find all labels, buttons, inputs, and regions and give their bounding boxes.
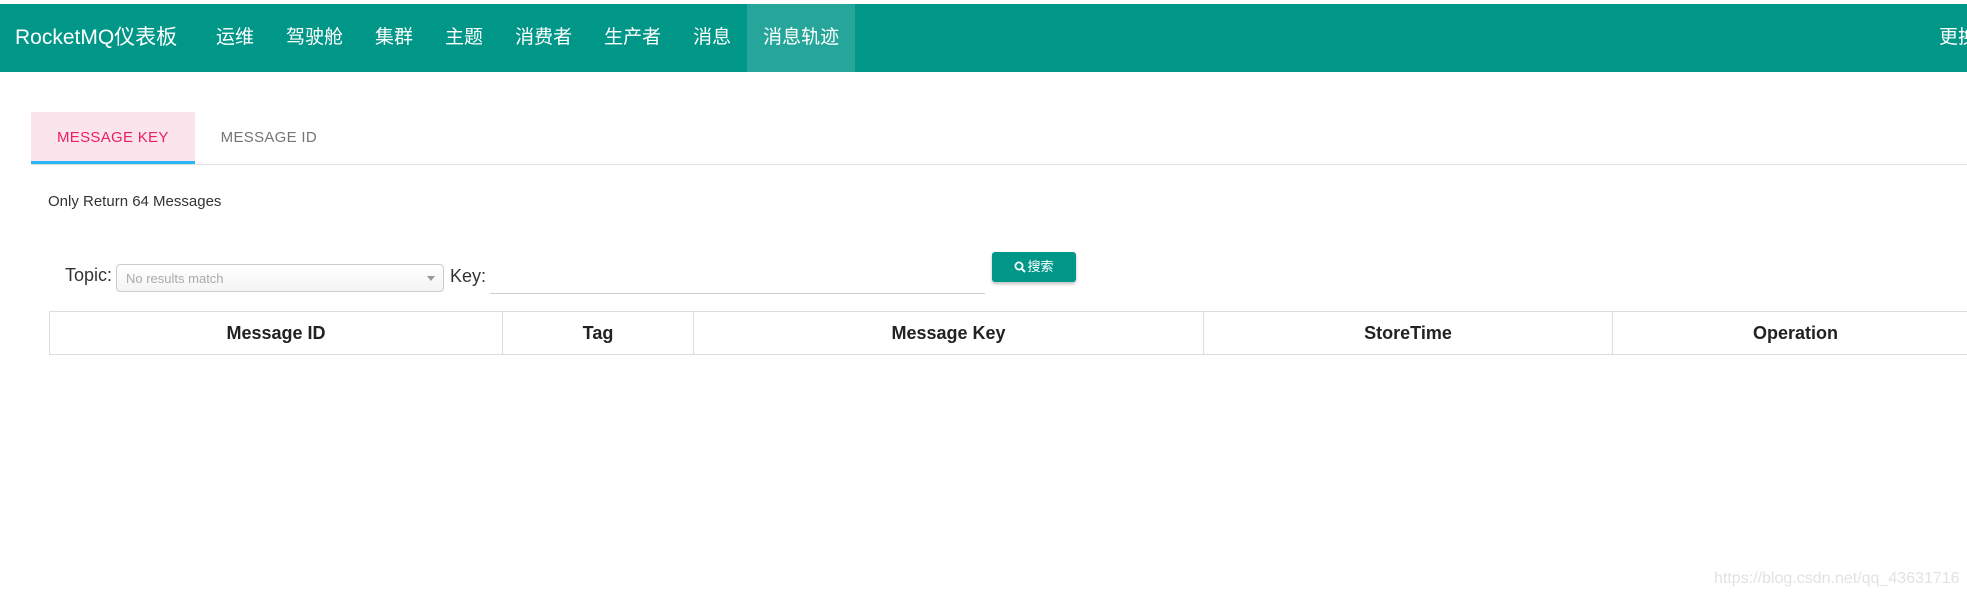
nav-item-message[interactable]: 消息 [677,4,747,72]
nav-menu: 运维 驾驶舱 集群 主题 消费者 生产者 消息 消息轨迹 [200,4,856,72]
topic-select-placeholder: No results match [126,271,224,286]
nav-item-producer[interactable]: 生产者 [588,4,677,72]
key-label: Key: [450,266,487,286]
column-header-message-id: Message ID [49,311,503,355]
nav-item-consumer[interactable]: 消费者 [499,4,588,72]
search-button-label: 搜索 [1027,259,1054,274]
tab-message-key[interactable]: MESSAGE KEY [31,112,195,164]
tab-divider [31,164,1967,165]
topic-label: Topic: [65,265,113,285]
topic-select[interactable]: No results match [116,264,444,292]
nav-item-message-trace[interactable]: 消息轨迹 [747,4,856,72]
result-limit-note: Only Return 64 Messages [48,193,222,210]
column-header-tag: Tag [502,311,694,355]
column-header-store-time: StoreTime [1203,311,1613,355]
nav-item-topic[interactable]: 主题 [429,4,499,72]
tab-message-id[interactable]: MESSAGE ID [195,112,343,164]
chevron-down-icon [427,276,435,281]
column-header-operation: Operation [1612,311,1967,355]
column-header-message-key: Message Key [693,311,1204,355]
search-mode-tabs: MESSAGE KEY MESSAGE ID [31,112,343,164]
watermark-text: https://blog.csdn.net/qq_43631716 [1714,570,1960,587]
key-input[interactable] [490,262,985,294]
nav-item-ops[interactable]: 运维 [200,4,270,72]
trace-results-table: Message ID Tag Message Key StoreTime Ope… [49,311,1967,355]
top-navbar: RocketMQ仪表板 运维 驾驶舱 集群 主题 消费者 生产者 消息 消息轨迹… [0,4,1967,72]
table-header-row: Message ID Tag Message Key StoreTime Ope… [49,311,1967,355]
nav-change-link[interactable]: 更换 [1939,4,1967,72]
nav-item-dashboard[interactable]: 驾驶舱 [270,4,359,72]
search-button[interactable]: 搜索 [992,252,1076,282]
brand-logo-text[interactable]: RocketMQ仪表板 [15,4,177,72]
search-icon [1014,261,1027,273]
nav-item-cluster[interactable]: 集群 [359,4,429,72]
